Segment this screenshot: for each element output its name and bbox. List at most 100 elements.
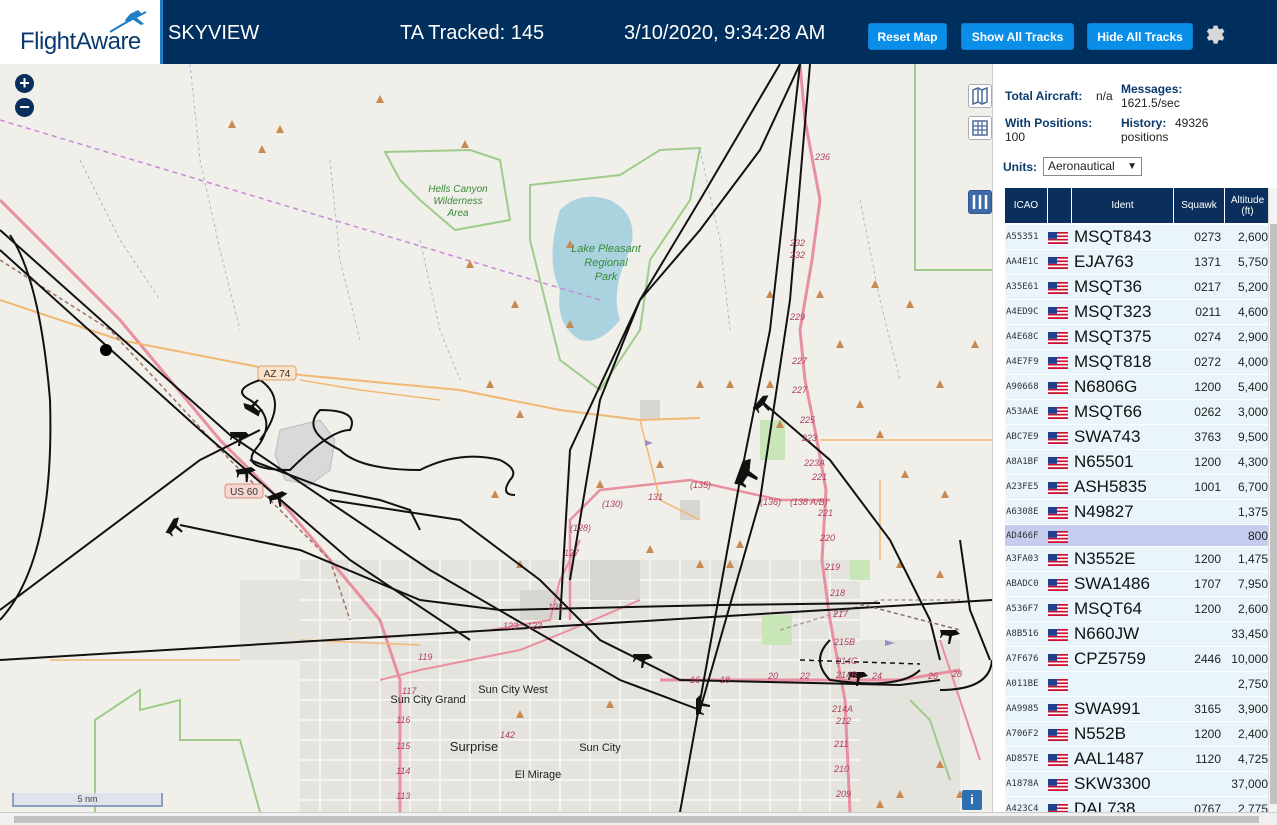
ident-cell: EJA763 — [1074, 252, 1134, 271]
ident-cell: MSQT36 — [1074, 277, 1143, 296]
table-row[interactable]: A35E61 MSQT36 0217 5,200 — [1005, 275, 1270, 300]
us-flag-icon — [1048, 553, 1072, 566]
table-row[interactable]: A90668 N6806G 1200 5,400 — [1005, 375, 1270, 400]
show-all-tracks-button[interactable]: Show All Tracks — [961, 23, 1074, 50]
altitude-cell: 2,900 — [1237, 330, 1268, 344]
road-label: 223 — [801, 433, 817, 443]
table-row[interactable]: AD857E AAL1487 1120 4,725 — [1005, 747, 1270, 772]
ident-cell: N65501 — [1074, 452, 1134, 471]
altitude-cell: 33,450 — [1231, 627, 1268, 641]
table-row[interactable]: A23FE5 ASH5835 1001 6,700 — [1005, 475, 1270, 500]
columns-icon[interactable] — [968, 190, 992, 214]
zoom-out-button[interactable]: − — [15, 98, 34, 117]
altitude-cell: 10,000 — [1231, 652, 1268, 666]
icao-cell: A53AAE — [1006, 407, 1039, 417]
units-label: Units: — [1003, 160, 1037, 174]
icao-cell: A55351 — [1006, 232, 1039, 242]
road-label: 24 — [871, 671, 882, 681]
grid-icon[interactable] — [968, 116, 992, 140]
road-label: 123 — [503, 621, 518, 631]
road-label: 115 — [396, 741, 411, 751]
map-icon[interactable] — [968, 84, 992, 108]
info-button[interactable]: i — [962, 790, 982, 810]
altitude-cell: 2,600 — [1237, 230, 1268, 244]
road-label: 219 — [824, 562, 840, 572]
messages-label: Messages: — [1121, 82, 1183, 96]
messages-value: 1621.5/sec — [1121, 96, 1180, 110]
icao-cell: A423C4 — [1006, 804, 1039, 812]
squawk-cell: 1707 — [1194, 577, 1221, 591]
units-select[interactable]: Aeronautical ▼ — [1043, 157, 1142, 176]
zoom-in-button[interactable]: + — [15, 74, 34, 93]
squawk-cell: 1120 — [1195, 752, 1221, 766]
ident-cell: SWA991 — [1074, 699, 1141, 718]
road-label: 220 — [819, 533, 835, 543]
ident-cell: AAL1487 — [1074, 749, 1144, 768]
col-ident[interactable]: Ident — [1072, 188, 1174, 223]
scrollbar-thumb[interactable] — [1270, 224, 1277, 804]
map-view[interactable]: Hells Canyon Wilderness Area Lake Pleasa… — [0, 64, 992, 812]
table-row[interactable]: A423C4 DAL738 0767 2,775 — [1005, 797, 1270, 812]
table-row[interactable]: A4E7F9 MSQT818 0272 4,000 — [1005, 350, 1270, 375]
table-row[interactable]: A536F7 MSQT64 1200 2,600 — [1005, 597, 1270, 622]
table-row[interactable]: A8A1BF N65501 1200 4,300 — [1005, 450, 1270, 475]
table-row[interactable]: AA9985 SWA991 3165 3,900 — [1005, 697, 1270, 722]
gear-icon[interactable] — [1203, 22, 1227, 46]
map-canvas[interactable]: Hells Canyon Wilderness Area Lake Pleasa… — [0, 64, 992, 812]
place-hells-canyon: Hells Canyon — [428, 184, 488, 195]
horizontal-scrollbar[interactable] — [0, 812, 1277, 825]
hide-all-tracks-button[interactable]: Hide All Tracks — [1087, 23, 1193, 50]
table-row[interactable]: A8B516 N660JW 33,450 — [1005, 622, 1270, 647]
altitude-cell: 1,475 — [1237, 552, 1268, 566]
sidebar-scrollbar[interactable] — [1268, 188, 1277, 812]
table-row[interactable]: A3FA03 N3552E 1200 1,475 — [1005, 547, 1270, 572]
road-label: 127 — [564, 548, 580, 558]
squawk-cell: 0273 — [1194, 230, 1221, 244]
icao-cell: AA4E1C — [1006, 257, 1039, 267]
altitude-cell: 6,700 — [1237, 480, 1268, 494]
table-row[interactable]: A011BE 2,750 — [1005, 672, 1270, 697]
place-sun-city: Sun City — [579, 742, 621, 754]
table-row[interactable]: AD466F 800 — [1005, 525, 1270, 547]
table-row[interactable]: A1878A SKW3300 37,000 — [1005, 772, 1270, 797]
road-label: 214B — [835, 670, 857, 680]
table-row[interactable]: A53AAE MSQT66 0262 3,000 — [1005, 400, 1270, 425]
col-altitude[interactable]: Altitude (ft) — [1225, 188, 1270, 223]
table-row[interactable]: A706F2 N552B 1200 2,400 — [1005, 722, 1270, 747]
reset-map-button[interactable]: Reset Map — [868, 23, 947, 50]
col-icao[interactable]: ICAO — [1005, 188, 1048, 223]
place-wilderness: Wilderness — [433, 196, 482, 207]
altitude-cell: 2,775 — [1237, 802, 1268, 812]
table-row[interactable]: A4ED9C MSQT323 0211 4,600 — [1005, 300, 1270, 325]
us-flag-icon — [1048, 703, 1072, 716]
aircraft-table-header: ICAO Ident Squawk Altitude (ft) — [1005, 188, 1270, 223]
table-row[interactable]: A6308E N49827 1,375 — [1005, 500, 1270, 525]
road-label: (136) — [760, 497, 781, 507]
flightaware-logo[interactable]: FlightAware — [0, 0, 163, 64]
us-flag-icon — [1048, 628, 1072, 641]
table-row[interactable]: A55351 MSQT843 0273 2,600 — [1005, 225, 1270, 250]
icao-cell: ABC7E9 — [1006, 432, 1039, 442]
squawk-cell: 0272 — [1194, 355, 1221, 369]
ta-tracked-count: TA Tracked: 145 — [400, 22, 545, 44]
road-label: 232 — [789, 250, 805, 260]
us-flag-icon — [1048, 803, 1072, 812]
altitude-cell: 4,300 — [1237, 455, 1268, 469]
col-altitude-label: Altitude — [1230, 194, 1265, 206]
col-flag[interactable] — [1048, 188, 1072, 223]
altitude-cell: 5,750 — [1237, 255, 1268, 269]
logo-plane-icon — [109, 10, 147, 33]
with-positions-label: With Positions: — [1005, 116, 1093, 130]
table-row[interactable]: A4E68C MSQT375 0274 2,900 — [1005, 325, 1270, 350]
scrollbar-thumb[interactable] — [14, 816, 1259, 823]
icao-cell: A7F676 — [1006, 654, 1039, 664]
road-label: 116 — [396, 715, 410, 725]
us-flag-icon — [1048, 653, 1072, 666]
col-squawk[interactable]: Squawk — [1174, 188, 1225, 223]
table-row[interactable]: A7F676 CPZ5759 2446 10,000 — [1005, 647, 1270, 672]
route-us60: US 60 — [230, 487, 258, 498]
table-row[interactable]: ABC7E9 SWA743 3763 9,500 — [1005, 425, 1270, 450]
table-row[interactable]: ABADC0 SWA1486 1707 7,950 — [1005, 572, 1270, 597]
table-row[interactable]: AA4E1C EJA763 1371 5,750 — [1005, 250, 1270, 275]
squawk-cell: 1200 — [1194, 552, 1221, 566]
